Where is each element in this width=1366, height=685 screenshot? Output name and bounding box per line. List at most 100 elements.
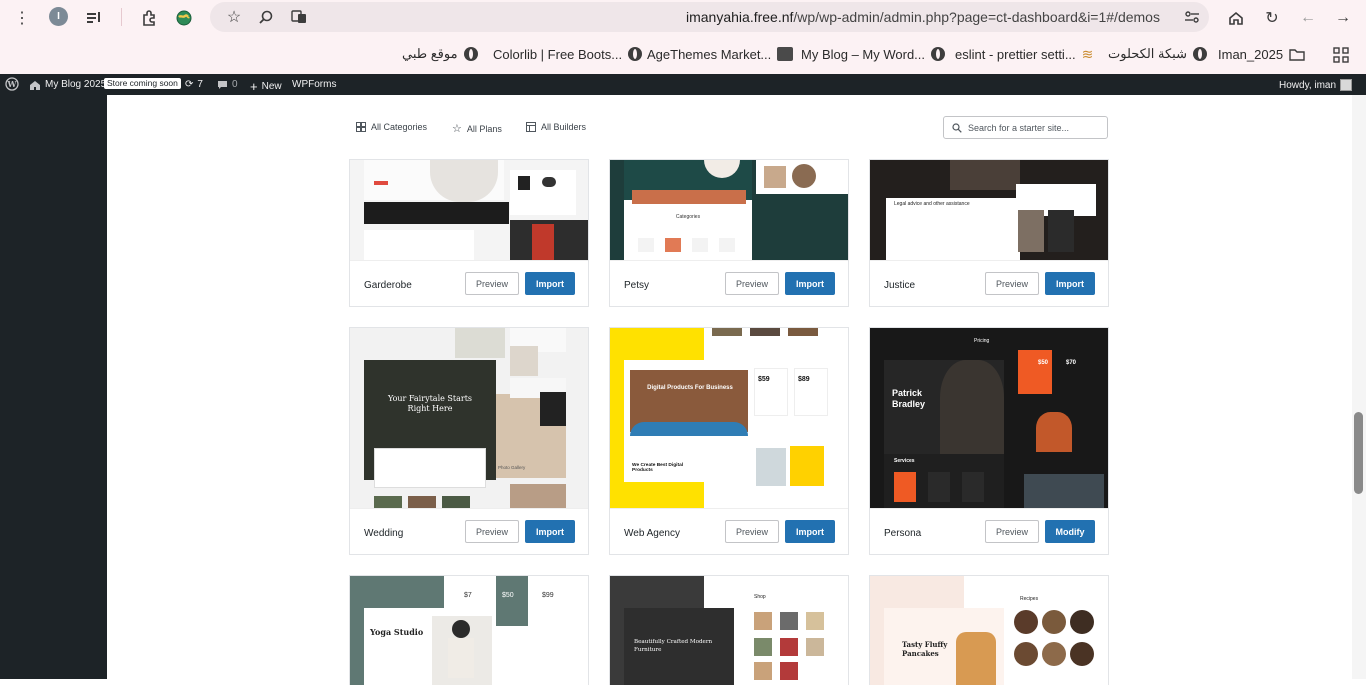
bookmark-item[interactable]: شبكة الكحلوت bbox=[1108, 45, 1207, 63]
site-thumbnail: Pricing $50 $70 Patrick Bradley Services bbox=[870, 328, 1108, 509]
bookmark-item[interactable]: My Blog – My Word... bbox=[801, 45, 946, 63]
agethemes-favicon bbox=[777, 47, 794, 61]
globe-icon bbox=[931, 47, 946, 61]
filter-builders[interactable]: All Builders bbox=[526, 122, 586, 132]
comment-icon bbox=[218, 80, 227, 89]
back-arrow-icon[interactable]: ← bbox=[1296, 6, 1320, 30]
starter-site-card[interactable]: Garderobe Preview Import bbox=[349, 159, 589, 307]
grid-icon bbox=[356, 122, 366, 132]
thumbnail-subheading: Services bbox=[894, 458, 915, 464]
import-button[interactable]: Import bbox=[525, 272, 575, 295]
bookmark-item[interactable]: eslint - prettier setti... ≋ bbox=[955, 45, 1093, 63]
wpforms-label: WPForms bbox=[292, 79, 337, 90]
page-scrollbar[interactable] bbox=[1352, 95, 1366, 679]
site-name: Web Agency bbox=[624, 528, 680, 539]
home-icon[interactable] bbox=[1224, 6, 1248, 30]
thumbnail-heading: Your Fairytale Starts Right Here bbox=[387, 394, 473, 413]
plus-icon: + bbox=[250, 79, 258, 94]
thumbnail-subheading: Photo Gallery bbox=[498, 465, 526, 470]
translate-icon[interactable] bbox=[287, 5, 311, 29]
price-label: $59 bbox=[758, 376, 770, 383]
stackoverflow-icon: ≋ bbox=[1081, 45, 1094, 62]
globe-icon bbox=[1192, 47, 1207, 61]
starter-site-search-input[interactable]: Search for a starter site... bbox=[943, 116, 1108, 139]
site-thumbnail: Your Fairytale Starts Right Here Photo G… bbox=[350, 328, 588, 509]
extensions-icon[interactable] bbox=[137, 6, 161, 30]
bookmark-folder[interactable]: Iman_2025 bbox=[1218, 45, 1305, 63]
import-button[interactable]: Import bbox=[525, 520, 575, 543]
globe-icon bbox=[463, 47, 478, 61]
site-settings-icon[interactable] bbox=[1180, 5, 1204, 29]
preview-button[interactable]: Preview bbox=[985, 272, 1039, 295]
forward-arrow-icon[interactable]: → bbox=[1331, 6, 1355, 30]
updates-link[interactable]: ⟳ 7 bbox=[185, 79, 203, 90]
search-placeholder: Search for a starter site... bbox=[968, 122, 1070, 133]
updates-count: 7 bbox=[197, 79, 203, 90]
preview-button[interactable]: Preview bbox=[465, 272, 519, 295]
url-text[interactable]: imanyahia.free.nf/wp/wp-admin/admin.php?… bbox=[686, 9, 1160, 25]
import-button[interactable]: Import bbox=[785, 272, 835, 295]
wpforms-link[interactable]: WPForms bbox=[292, 79, 336, 90]
thumbnail-heading: Digital Products For Business bbox=[647, 385, 733, 391]
user-account-link[interactable]: Howdy, iman bbox=[1279, 79, 1353, 91]
zoom-icon[interactable] bbox=[254, 5, 278, 29]
starter-site-card[interactable]: Categories Petsy Preview Import bbox=[609, 159, 849, 307]
starter-site-card[interactable]: Recipes Tasty Fluffy Pancakes bbox=[869, 575, 1109, 685]
comments-link[interactable]: 0 bbox=[217, 79, 238, 90]
price-label: $7 bbox=[464, 592, 472, 599]
price-label: $70 bbox=[1066, 360, 1077, 366]
bookmarks-bar: موقع طبي Colorlib | Free Boots... AgeThe… bbox=[0, 37, 1366, 74]
bookmark-item[interactable]: موقع طبي bbox=[402, 45, 478, 63]
thumbnail-label: Pricing bbox=[974, 338, 990, 344]
site-thumbnail bbox=[350, 160, 588, 261]
bookmark-star-icon[interactable]: ☆ bbox=[222, 5, 246, 29]
howdy-text: Howdy, iman bbox=[1279, 79, 1337, 91]
import-button[interactable]: Import bbox=[1045, 272, 1095, 295]
wp-admin-bar: W My Blog 2025 Store coming soon ⟳ 7 0 + N… bbox=[0, 74, 1366, 95]
starter-site-card[interactable]: Pricing $50 $70 Patrick Bradley Services… bbox=[869, 327, 1109, 555]
modify-button[interactable]: Modify bbox=[1045, 520, 1095, 543]
scrollbar-thumb[interactable] bbox=[1354, 412, 1363, 494]
store-status-badge[interactable]: Store coming soon bbox=[104, 78, 181, 89]
store-badge-label: Store coming soon bbox=[104, 78, 181, 89]
starter-site-card[interactable]: Your Fairytale Starts Right Here Photo G… bbox=[349, 327, 589, 555]
updates-icon: ⟳ bbox=[185, 79, 194, 90]
site-thumbnail: Categories bbox=[610, 160, 848, 261]
preview-button[interactable]: Preview bbox=[725, 272, 779, 295]
site-thumbnail: Shop Beautifully Crafted Modern Furnitur… bbox=[610, 576, 848, 685]
bookmark-label: My Blog – My Word... bbox=[801, 46, 926, 62]
thumbnail-heading: Yoga Studio bbox=[370, 627, 424, 637]
import-button[interactable]: Import bbox=[785, 520, 835, 543]
star-icon: ☆ bbox=[452, 123, 462, 135]
avatar bbox=[1340, 79, 1353, 91]
site-name: Persona bbox=[884, 528, 922, 539]
price-label: $50 bbox=[1038, 360, 1049, 366]
apps-grid-icon[interactable] bbox=[1329, 43, 1353, 67]
starter-site-card[interactable]: $59 $89 Digital Products For Business We… bbox=[609, 327, 849, 555]
profile-avatar[interactable]: I bbox=[49, 7, 68, 26]
media-control-icon[interactable] bbox=[82, 6, 106, 30]
bookmark-item[interactable]: Colorlib | Free Boots... bbox=[493, 45, 643, 63]
globe-icon bbox=[628, 47, 643, 61]
thumbnail-heading: Tasty Fluffy Pancakes bbox=[902, 640, 948, 658]
starter-site-card[interactable]: $7 $50 $99 Yoga Studio bbox=[349, 575, 589, 685]
new-content-link[interactable]: + New bbox=[250, 79, 282, 94]
search-icon bbox=[952, 122, 962, 133]
filter-plans[interactable]: ☆ All Plans bbox=[452, 122, 502, 135]
starter-site-card[interactable]: Shop Beautifully Crafted Modern Furnitur… bbox=[609, 575, 849, 685]
preview-button[interactable]: Preview bbox=[725, 520, 779, 543]
starter-site-card[interactable]: Legal advice and other assistance Justic… bbox=[869, 159, 1109, 307]
filter-categories[interactable]: All Categories bbox=[356, 122, 427, 132]
preview-button[interactable]: Preview bbox=[985, 520, 1039, 543]
site-name-link[interactable]: My Blog 2025 bbox=[29, 79, 106, 90]
menu-kebab-icon[interactable]: ⋮ bbox=[10, 6, 34, 30]
reload-icon[interactable]: ↻ bbox=[1260, 6, 1284, 30]
extension-globe-icon[interactable] bbox=[172, 6, 196, 30]
home-icon bbox=[30, 80, 40, 90]
thumbnail-subheading: We Create Best Digital Products bbox=[632, 463, 684, 473]
card-footer: Web Agency Preview Import bbox=[610, 508, 848, 554]
wordpress-logo-icon[interactable]: W bbox=[5, 77, 19, 91]
preview-button[interactable]: Preview bbox=[465, 520, 519, 543]
bookmark-item[interactable]: AgeThemes Market... bbox=[647, 45, 794, 63]
card-footer: Wedding Preview Import bbox=[350, 508, 588, 554]
